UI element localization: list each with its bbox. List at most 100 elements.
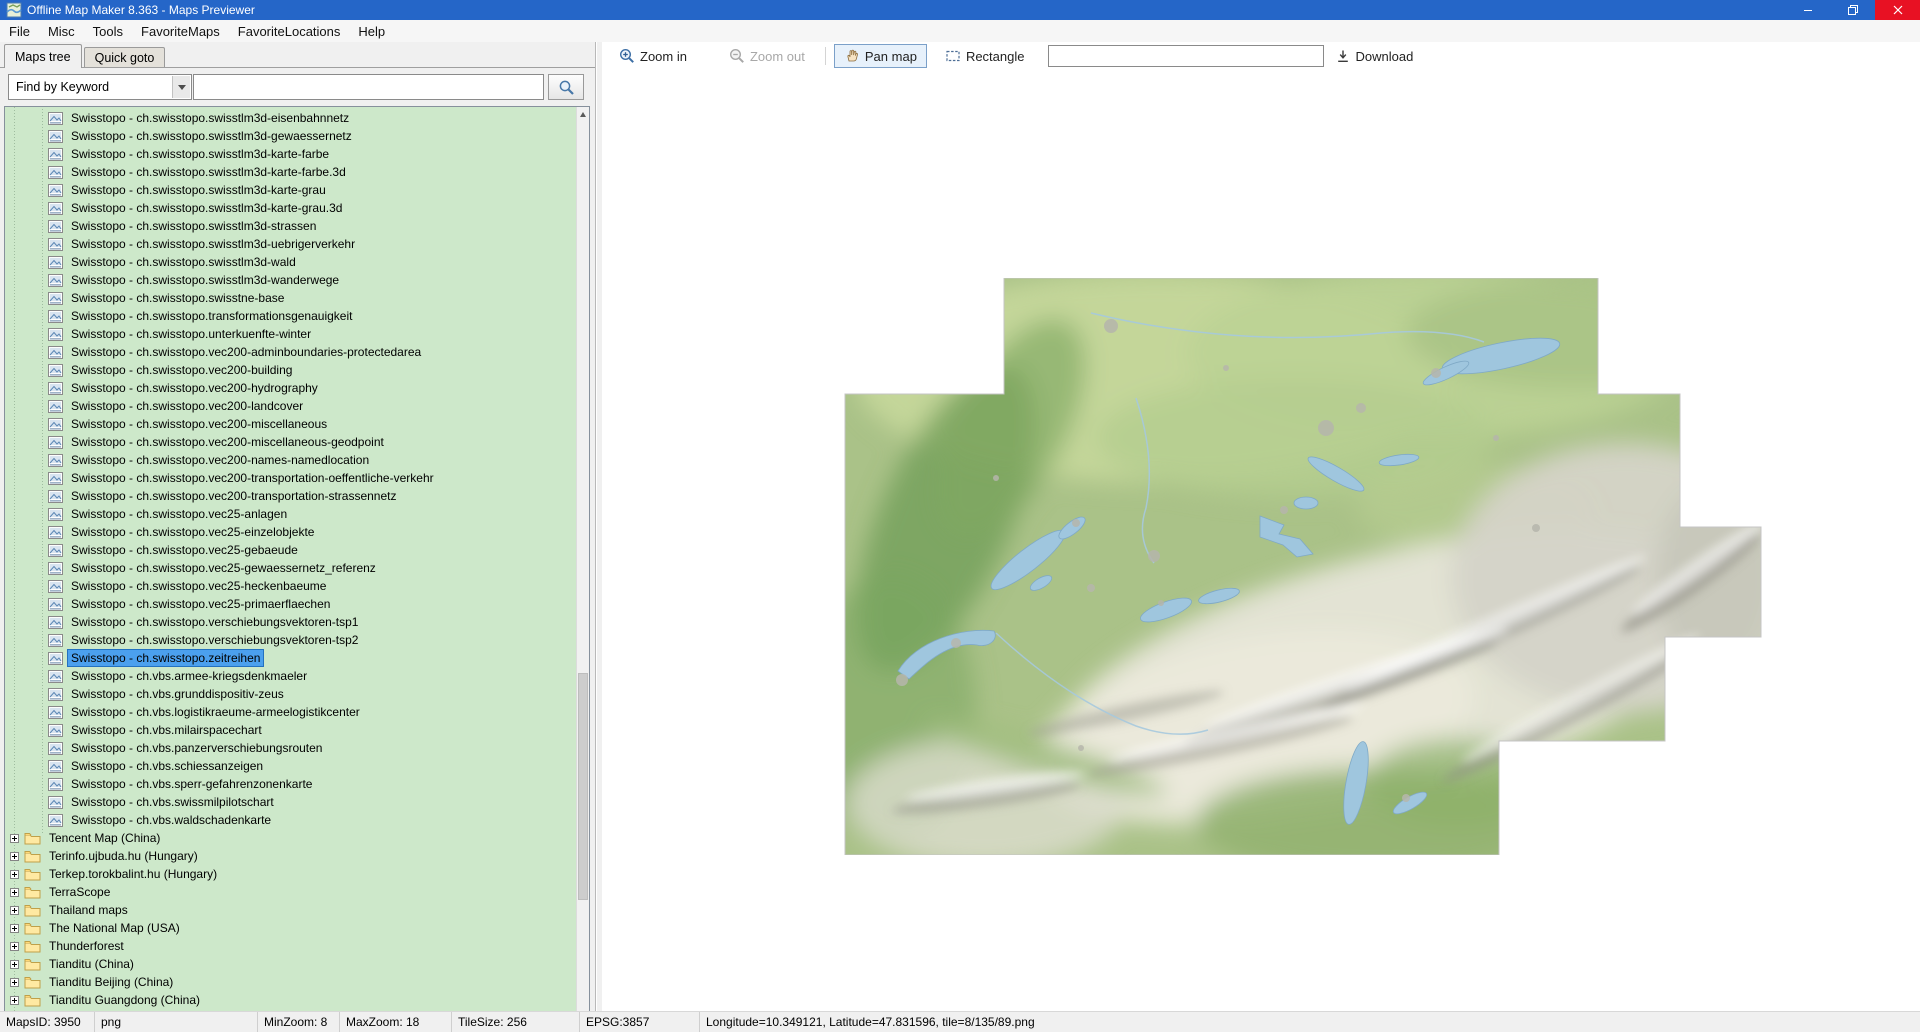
expand-plus-icon[interactable]: [10, 852, 19, 861]
tree-scrollbar[interactable]: [576, 107, 589, 1032]
expand-plus-icon[interactable]: [10, 834, 19, 843]
maps-tree-item[interactable]: Swisstopo - ch.swisstopo.swisstlm3d-eise…: [5, 109, 576, 127]
scroll-up-icon[interactable]: [577, 107, 589, 121]
expand-plus-icon[interactable]: [10, 924, 19, 933]
maps-tree-folder[interactable]: Tianditu Beijing (China): [5, 973, 576, 991]
map-layer-icon: [48, 418, 63, 431]
maps-tree-item[interactable]: Swisstopo - ch.swisstopo.vec200-names-na…: [5, 451, 576, 469]
restore-button[interactable]: [1830, 0, 1875, 20]
maps-tree-folder[interactable]: The National Map (USA): [5, 919, 576, 937]
maps-tree-item[interactable]: Swisstopo - ch.swisstopo.vec25-primaerfl…: [5, 595, 576, 613]
maps-tree-item[interactable]: Swisstopo - ch.swisstopo.swisstlm3d-kart…: [5, 199, 576, 217]
maps-tree-item[interactable]: Swisstopo - ch.swisstopo.vec25-heckenbae…: [5, 577, 576, 595]
maps-tree-item[interactable]: Swisstopo - ch.vbs.schiessanzeigen: [5, 757, 576, 775]
search-input[interactable]: [193, 74, 544, 100]
maps-tree-folder[interactable]: TerraScope: [5, 883, 576, 901]
folder-icon: [24, 849, 41, 863]
maps-tree-item[interactable]: Swisstopo - ch.swisstopo.vec25-gebaeude: [5, 541, 576, 559]
expand-plus-icon[interactable]: [10, 906, 19, 915]
maps-tree-item[interactable]: Swisstopo - ch.swisstopo.vec200-transpor…: [5, 487, 576, 505]
maps-tree-item[interactable]: Swisstopo - ch.vbs.swissmilpilotschart: [5, 793, 576, 811]
expand-plus-icon[interactable]: [10, 942, 19, 951]
zoom-in-button[interactable]: Zoom in: [613, 45, 693, 67]
maps-tree-item[interactable]: Swisstopo - ch.swisstopo.swisstlm3d-wald: [5, 253, 576, 271]
maps-tree-item[interactable]: Swisstopo - ch.vbs.logistikraeume-armeel…: [5, 703, 576, 721]
maps-tree-folder[interactable]: Tianditu Guangdong (China): [5, 991, 576, 1009]
search-filter-dropdown[interactable]: Find by Keyword: [8, 74, 192, 100]
maps-tree-folder[interactable]: Thailand maps: [5, 901, 576, 919]
map-layer-icon: [48, 742, 63, 755]
minimize-button[interactable]: [1785, 0, 1830, 20]
maps-tree-item[interactable]: Swisstopo - ch.swisstopo.vec200-landcove…: [5, 397, 576, 415]
menu-item[interactable]: Tools: [84, 20, 132, 42]
maps-tree-item[interactable]: Swisstopo - ch.swisstopo.swisstlm3d-kart…: [5, 145, 576, 163]
maps-tree-item[interactable]: Swisstopo - ch.swisstopo.vec25-gewaesser…: [5, 559, 576, 577]
rectangle-select-button[interactable]: Rectangle: [939, 46, 1031, 67]
maps-tree-item[interactable]: Swisstopo - ch.swisstopo.swisstlm3d-wand…: [5, 271, 576, 289]
map-layer-icon: [48, 490, 63, 503]
toolbar-input[interactable]: [1048, 45, 1324, 67]
maps-tree-item[interactable]: Swisstopo - ch.swisstopo.verschiebungsve…: [5, 613, 576, 631]
maps-tree-item[interactable]: Swisstopo - ch.swisstopo.vec200-hydrogra…: [5, 379, 576, 397]
maps-tree-folder[interactable]: Terinfo.ujbuda.hu (Hungary): [5, 847, 576, 865]
zoom-in-icon: [619, 48, 635, 64]
map-layer-icon: [48, 292, 63, 305]
maps-tree-item[interactable]: Swisstopo - ch.vbs.grunddispositiv-zeus: [5, 685, 576, 703]
maps-tree-folder[interactable]: Terkep.torokbalint.hu (Hungary): [5, 865, 576, 883]
maps-tree-item[interactable]: Swisstopo - ch.vbs.armee-kriegsdenkmaele…: [5, 667, 576, 685]
toolbar-separator: [825, 47, 826, 65]
maps-tree-item[interactable]: Swisstopo - ch.swisstopo.swisstlm3d-kart…: [5, 181, 576, 199]
maps-tree-item[interactable]: Swisstopo - ch.swisstopo.vec200-adminbou…: [5, 343, 576, 361]
expand-plus-icon[interactable]: [10, 978, 19, 987]
menu-item[interactable]: File: [0, 20, 39, 42]
maps-tree-item[interactable]: Swisstopo - ch.vbs.sperr-gefahrenzonenka…: [5, 775, 576, 793]
maps-tree-item[interactable]: Swisstopo - ch.swisstopo.verschiebungsve…: [5, 631, 576, 649]
maps-tree-item[interactable]: Swisstopo - ch.swisstopo.swisstlm3d-gewa…: [5, 127, 576, 145]
search-button[interactable]: [548, 74, 584, 100]
maps-tree-item[interactable]: Swisstopo - ch.swisstopo.vec200-transpor…: [5, 469, 576, 487]
download-button[interactable]: Download: [1330, 46, 1419, 67]
scrollbar-thumb[interactable]: [578, 673, 588, 900]
maps-tree-folder[interactable]: Tianditu (China): [5, 955, 576, 973]
menu-item[interactable]: FavoriteMaps: [132, 20, 229, 42]
maps-tree-item[interactable]: Swisstopo - ch.swisstopo.swisstlm3d-uebr…: [5, 235, 576, 253]
maps-tree-item[interactable]: Swisstopo - ch.vbs.waldschadenkarte: [5, 811, 576, 829]
pan-map-button[interactable]: Pan map: [834, 44, 927, 68]
maps-tree-folder-label: Thailand maps: [46, 902, 131, 918]
map-canvas[interactable]: [602, 70, 1920, 1011]
chevron-down-icon[interactable]: [172, 76, 190, 98]
maps-tree-item[interactable]: Swisstopo - ch.swisstopo.vec25-einzelobj…: [5, 523, 576, 541]
expand-plus-icon[interactable]: [10, 996, 19, 1005]
expand-plus-icon[interactable]: [10, 960, 19, 969]
maps-tree-item[interactable]: Swisstopo - ch.swisstopo.vec200-miscella…: [5, 433, 576, 451]
map-layer-icon: [48, 184, 63, 197]
menu-item[interactable]: Help: [349, 20, 394, 42]
tab-quick-goto[interactable]: Quick goto: [84, 47, 166, 67]
maps-tree-item[interactable]: Swisstopo - ch.vbs.panzerverschiebungsro…: [5, 739, 576, 757]
maps-tree-folder[interactable]: Thunderforest: [5, 937, 576, 955]
maps-tree-folder-label: Tencent Map (China): [46, 830, 163, 846]
maps-tree-item[interactable]: Swisstopo - ch.swisstopo.transformations…: [5, 307, 576, 325]
expand-plus-icon[interactable]: [10, 888, 19, 897]
window-title: Offline Map Maker 8.363 - Maps Previewer: [27, 3, 255, 17]
zoom-out-button[interactable]: Zoom out: [723, 45, 811, 67]
tab-maps-tree[interactable]: Maps tree: [4, 44, 82, 68]
maps-tree-folder[interactable]: Tencent Map (China): [5, 829, 576, 847]
status-cell: Longitude=10.349121, Latitude=47.831596,…: [700, 1012, 1920, 1032]
close-button[interactable]: [1875, 0, 1920, 20]
maps-tree-item[interactable]: Swisstopo - ch.swisstopo.zeitreihen: [5, 649, 576, 667]
map-layer-icon: [48, 346, 63, 359]
maps-tree-item[interactable]: Swisstopo - ch.swisstopo.swisstne-base: [5, 289, 576, 307]
maps-tree-item[interactable]: Swisstopo - ch.vbs.milairspacechart: [5, 721, 576, 739]
maps-tree-item[interactable]: Swisstopo - ch.swisstopo.vec200-building: [5, 361, 576, 379]
maps-tree-item[interactable]: Swisstopo - ch.swisstopo.vec25-anlagen: [5, 505, 576, 523]
maps-tree-item[interactable]: Swisstopo - ch.swisstopo.vec200-miscella…: [5, 415, 576, 433]
maps-tree-item[interactable]: Swisstopo - ch.swisstopo.swisstlm3d-kart…: [5, 163, 576, 181]
folder-icon: [24, 885, 41, 899]
expand-plus-icon[interactable]: [10, 870, 19, 879]
maps-tree-item[interactable]: Swisstopo - ch.swisstopo.swisstlm3d-stra…: [5, 217, 576, 235]
menu-item[interactable]: FavoriteLocations: [229, 20, 350, 42]
menu-item[interactable]: Misc: [39, 20, 84, 42]
maps-tree-item[interactable]: Swisstopo - ch.swisstopo.unterkuenfte-wi…: [5, 325, 576, 343]
status-cell: png: [95, 1012, 258, 1032]
